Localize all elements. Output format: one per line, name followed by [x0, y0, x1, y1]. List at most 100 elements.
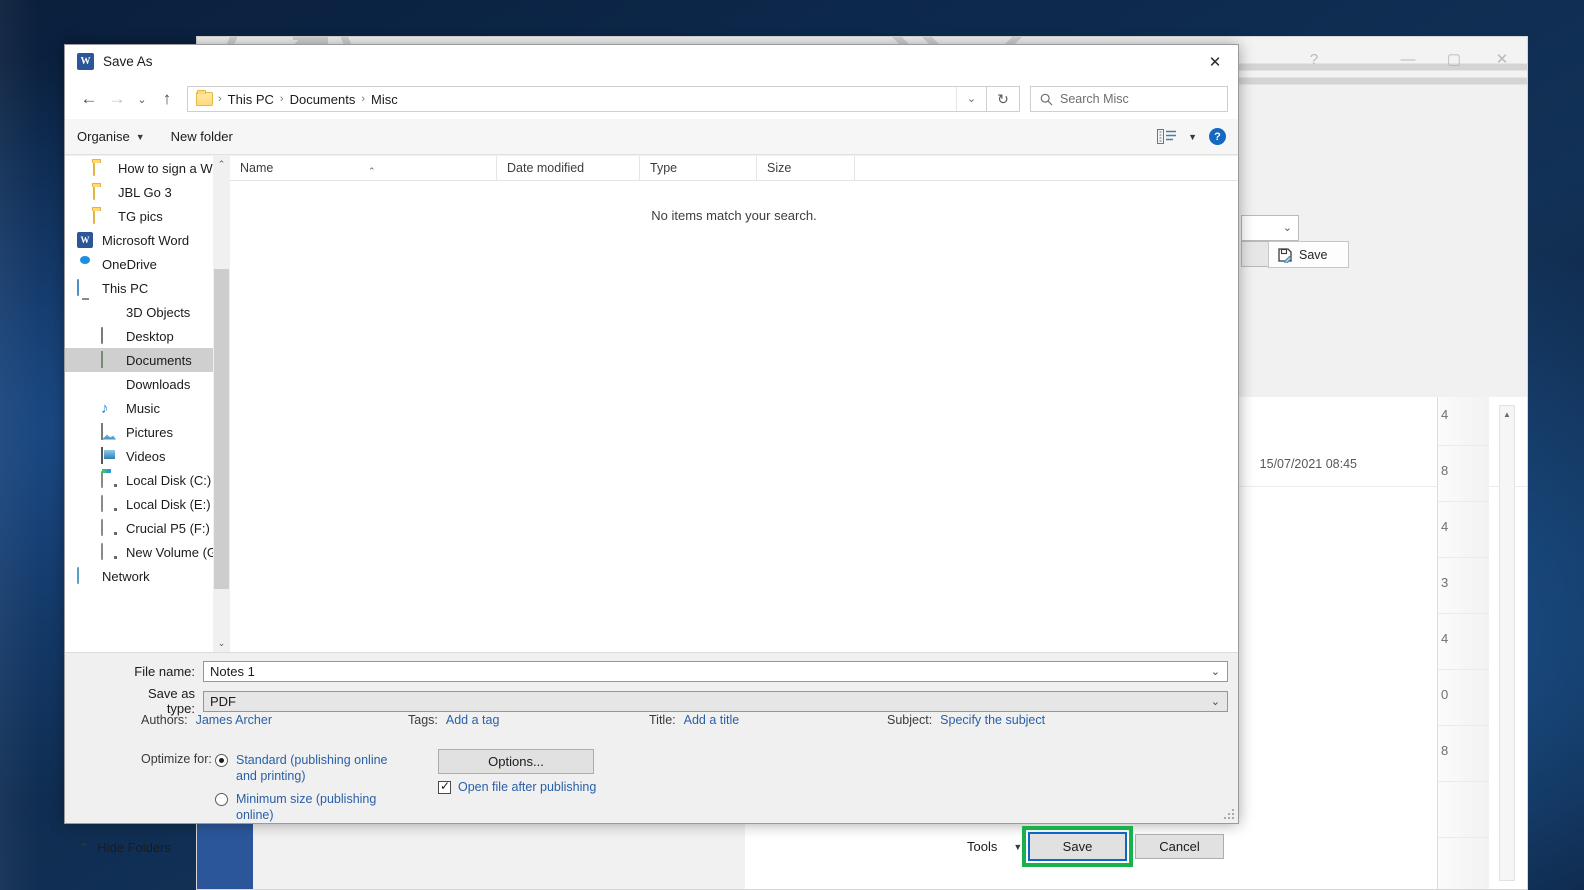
tree-item-label: TG pics	[118, 209, 163, 224]
chevron-down-icon[interactable]: ⌄	[956, 87, 986, 111]
resize-grip-icon[interactable]	[1223, 809, 1235, 821]
chevron-down-icon[interactable]: ⌄	[1211, 665, 1220, 678]
tree-item-documents[interactable]: Documents	[65, 348, 213, 372]
tree-item-new-volume-g[interactable]: New Volume (G:	[65, 540, 213, 564]
hide-folders-label: Hide Folders	[97, 840, 171, 855]
background-minimize-button[interactable]: —	[1385, 37, 1431, 81]
scrollbar-thumb[interactable]	[214, 269, 229, 589]
up-button[interactable]: ↑	[153, 85, 181, 113]
column-headers: Name ⌃ Date modified Type Size	[230, 156, 1238, 181]
tree-item-label: Pictures	[126, 425, 173, 440]
save-button[interactable]: Save	[1028, 832, 1127, 861]
cancel-button[interactable]: Cancel	[1135, 834, 1224, 859]
column-header-size[interactable]: Size	[757, 156, 855, 181]
file-list-pane[interactable]: Name ⌃ Date modified Type Size No items …	[230, 156, 1238, 652]
open-after-publishing-checkbox[interactable]: Open file after publishing	[438, 779, 596, 795]
optimize-standard-radio[interactable]: Standard (publishing online and printing…	[215, 752, 405, 784]
options-label: Options...	[488, 754, 544, 769]
back-button[interactable]: ←	[75, 85, 103, 113]
tree-item-label: Crucial P5 (F:)	[126, 521, 210, 536]
word-icon: W	[77, 53, 94, 70]
recent-locations-button[interactable]: ⌄	[131, 85, 153, 113]
search-input[interactable]: Search Misc	[1030, 86, 1228, 112]
tree-item-videos[interactable]: Videos	[65, 444, 213, 468]
tree-item-label: Downloads	[126, 377, 190, 392]
breadcrumb-item-this-pc[interactable]: This PC	[223, 92, 279, 107]
background-scrollbar[interactable]: ▲	[1499, 405, 1515, 881]
tree-item-tg-pics[interactable]: TG pics	[65, 204, 213, 228]
authors-field: Authors: James Archer	[141, 713, 272, 727]
background-close-button[interactable]: ✕	[1479, 37, 1525, 81]
tree-item-onedrive[interactable]: OneDrive	[65, 252, 213, 276]
scroll-up-icon[interactable]: ▲	[1500, 406, 1514, 422]
tags-value[interactable]: Add a tag	[446, 713, 500, 727]
tree-item-how-to-sign-a-w[interactable]: How to sign a W	[65, 156, 213, 180]
tree-item-label: New Volume (G:	[126, 545, 213, 560]
tree-item-3d-objects[interactable]: 3D Objects	[65, 300, 213, 324]
file-date: 15/07/2021 08:45	[1260, 457, 1357, 471]
options-button[interactable]: Options...	[438, 749, 594, 774]
radio-standard-icon[interactable]	[215, 754, 228, 767]
breadcrumb[interactable]: › This PC › Documents › Misc ⌄	[187, 86, 987, 112]
file-name-label: File name:	[125, 664, 195, 679]
dialog-toolbar: Organise ▼ New folder ▼ ?	[65, 119, 1238, 155]
pictures-icon	[101, 424, 119, 441]
tree-scrollbar[interactable]: ⌃ ⌄	[213, 156, 230, 652]
tree-item-downloads[interactable]: Downloads	[65, 372, 213, 396]
tree-item-local-disk-c[interactable]: Local Disk (C:)	[65, 468, 213, 492]
organise-button[interactable]: Organise ▼	[77, 129, 145, 144]
new-folder-label: New folder	[171, 129, 233, 144]
tree-item-microsoft-word[interactable]: W Microsoft Word	[65, 228, 213, 252]
chevron-down-icon[interactable]: ⌄	[1211, 695, 1220, 708]
authors-value[interactable]: James Archer	[196, 713, 272, 727]
title-value[interactable]: Add a title	[684, 713, 740, 727]
view-list-icon[interactable]	[1157, 129, 1176, 144]
tree-item-label: Local Disk (E:)	[126, 497, 211, 512]
tree-item-this-pc[interactable]: This PC	[65, 276, 213, 300]
refresh-icon[interactable]: ↻	[987, 86, 1020, 112]
tree-item-pictures[interactable]: Pictures	[65, 420, 213, 444]
column-header-name[interactable]: Name ⌃	[230, 156, 497, 181]
tools-button[interactable]: Tools ▼	[967, 839, 1022, 854]
save-as-type-select[interactable]: PDF ⌄	[203, 691, 1228, 712]
save-form: File name: Notes 1 ⌄ Save as type: PDF ⌄…	[65, 652, 1238, 823]
scroll-down-icon[interactable]: ⌄	[213, 635, 230, 652]
breadcrumb-item-documents[interactable]: Documents	[285, 92, 361, 107]
column-header-date-modified[interactable]: Date modified	[497, 156, 640, 181]
tree-item-label: How to sign a W	[118, 161, 213, 176]
file-name-input[interactable]: Notes 1 ⌄	[203, 661, 1228, 682]
view-dropdown-caret-icon[interactable]: ▼	[1188, 132, 1197, 142]
radio-minimum-icon[interactable]	[215, 793, 228, 806]
subject-value[interactable]: Specify the subject	[940, 713, 1045, 727]
hide-folders-button[interactable]: ⌃ Hide Folders	[79, 840, 171, 855]
help-icon[interactable]: ?	[1209, 128, 1226, 145]
tree-item-label: Documents	[126, 353, 192, 368]
forward-button[interactable]: →	[103, 85, 131, 113]
tree-item-crucial-p5-f[interactable]: Crucial P5 (F:)	[65, 516, 213, 540]
tree-item-desktop[interactable]: Desktop	[65, 324, 213, 348]
search-icon	[1040, 93, 1053, 106]
new-folder-button[interactable]: New folder	[171, 129, 233, 144]
tree-item-music[interactable]: ♪ Music	[65, 396, 213, 420]
authors-label: Authors:	[141, 713, 188, 727]
background-help-button[interactable]: ?	[1291, 37, 1337, 81]
breadcrumb-item-misc[interactable]: Misc	[366, 92, 403, 107]
save-as-dialog[interactable]: W Save As ✕ ← → ⌄ ↑ › This PC › Document…	[64, 44, 1239, 824]
tools-label: Tools	[967, 839, 997, 854]
dialog-titlebar[interactable]: W Save As ✕	[65, 45, 1238, 79]
scroll-up-icon[interactable]: ⌃	[213, 156, 230, 173]
column-header-type[interactable]: Type	[640, 156, 757, 181]
background-save-button[interactable]: Save	[1268, 241, 1349, 268]
close-icon[interactable]: ✕	[1192, 45, 1238, 79]
checkbox-checked-icon[interactable]	[438, 781, 451, 794]
background-combo-top[interactable]: ⌄	[1241, 215, 1299, 241]
background-maximize-button[interactable]: ▢	[1431, 37, 1477, 81]
tags-field: Tags: Add a tag	[408, 713, 499, 727]
optimize-for-label: Optimize for:	[141, 752, 212, 766]
tree-item-local-disk-e[interactable]: Local Disk (E:)	[65, 492, 213, 516]
optimize-minimum-radio[interactable]: Minimum size (publishing online)	[215, 791, 405, 823]
navigation-tree[interactable]: How to sign a W JBL Go 3 TG pics W Micro…	[65, 156, 213, 652]
tree-item-jbl-go-3[interactable]: JBL Go 3	[65, 180, 213, 204]
tree-item-network[interactable]: Network	[65, 564, 213, 588]
folder-icon	[93, 184, 111, 201]
